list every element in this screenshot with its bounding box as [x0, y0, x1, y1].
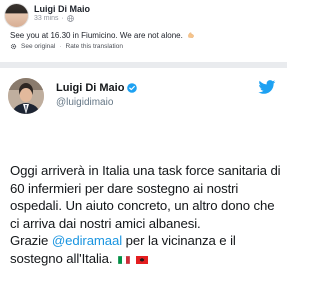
twitter-bird-icon[interactable]: [258, 80, 276, 95]
separator-dot: ·: [59, 43, 62, 50]
see-original-link[interactable]: See original: [21, 43, 55, 50]
caption-text: See you at 16.30 in Fiumicino. We are no…: [10, 31, 183, 40]
tweet-avatar[interactable]: [8, 78, 44, 114]
post-meta: 33 mins ·: [34, 15, 74, 22]
tweet-handle[interactable]: @luigidimaio: [56, 97, 113, 108]
tweet-text: Oggi arriverà in Italia una task force s…: [10, 162, 282, 268]
thanks-prefix: Grazie: [10, 233, 52, 249]
tweet-author-name[interactable]: Luigi Di Maio: [56, 82, 138, 94]
globe-icon: [66, 15, 74, 22]
verified-badge-icon: [127, 83, 138, 93]
tweet-card: Luigi Di Maio @luigidimaio Oggi arriverà…: [0, 62, 287, 300]
post-caption: See you at 16.30 in Fiumicino. We are no…: [10, 31, 195, 40]
tweet-paragraph: Oggi arriverà in Italia una task force s…: [10, 163, 281, 231]
mention-link[interactable]: @ediramaal: [52, 233, 122, 248]
post-time[interactable]: 33 mins: [34, 15, 59, 22]
gear-icon: [10, 43, 17, 50]
tweet-thanks-line: Grazie @ediramaal per la vicinanza e il …: [10, 232, 282, 267]
author-name[interactable]: Luigi Di Maio: [34, 4, 90, 14]
facebook-post-header: Luigi Di Maio 33 mins · See you at 16.30…: [0, 0, 287, 62]
separator-dot: ·: [61, 15, 64, 22]
profile-photo: [8, 78, 44, 114]
flexed-biceps-emoji-icon: [188, 32, 194, 38]
translation-bar: See original · Rate this translation: [10, 43, 123, 50]
author-avatar[interactable]: [4, 3, 29, 28]
flag-italy-icon: [118, 255, 130, 264]
rate-translation-link[interactable]: Rate this translation: [66, 43, 123, 50]
tweet-name-text: Luigi Di Maio: [56, 82, 125, 94]
flag-albania-icon: [135, 255, 148, 264]
